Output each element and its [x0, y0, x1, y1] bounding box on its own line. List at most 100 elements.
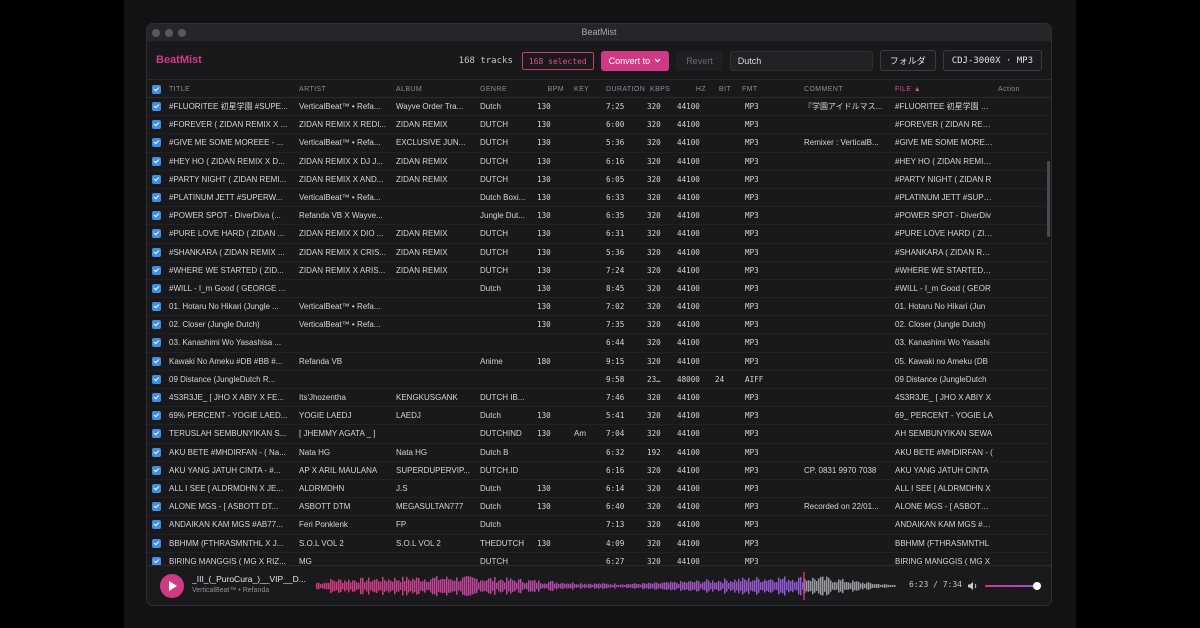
row-checkbox[interactable] — [152, 393, 161, 402]
row-checkbox[interactable] — [152, 502, 161, 512]
row-checkbox[interactable] — [152, 538, 161, 548]
cell-kbps: 320 — [647, 393, 661, 402]
cell-hz: 44100 — [677, 283, 700, 293]
header-album[interactable]: ALBUM — [396, 81, 472, 97]
header-bpm[interactable]: BPM — [537, 81, 564, 97]
table-scrollbar[interactable] — [1047, 161, 1050, 237]
row-checkbox[interactable] — [152, 211, 161, 221]
row-checkbox[interactable] — [152, 283, 161, 293]
table-row[interactable]: BIRING MANGGIS ( MG X RIZ... MG DUTCH 6:27 3… — [147, 553, 1051, 565]
row-checkbox[interactable] — [152, 102, 161, 111]
selected-badge[interactable]: 168 selected — [521, 51, 594, 70]
table-row[interactable]: 03. Kanashimi Wo Yasashisa ... 6:44 320 441… — [147, 334, 1051, 353]
table-row[interactable]: AKU YANG JATUH CINTA - #... AP X ARIL MAU… — [147, 462, 1051, 480]
table-row[interactable]: #WILL - I_m Good ( GEORGE ... Dutch 130 8:4… — [147, 280, 1051, 299]
table-row[interactable]: Kawaki No Ameku #DB #BB #... Refanda VB An… — [147, 353, 1051, 371]
row-checkbox[interactable] — [152, 374, 161, 384]
row-checkbox[interactable] — [152, 447, 161, 457]
row-checkbox[interactable] — [152, 174, 161, 184]
cell-duration: 6:40 — [606, 502, 625, 512]
row-checkbox[interactable] — [152, 302, 161, 312]
row-checkbox[interactable] — [152, 265, 161, 275]
waveform-bar — [610, 584, 612, 588]
waveform-bar — [646, 583, 648, 589]
device-format-button[interactable]: CDJ-3000X · MP3 — [942, 50, 1042, 71]
row-checkbox[interactable] — [152, 356, 161, 366]
table-row[interactable]: #FLUORITEE 初星学園 #SUPE... VerticalBeat™ • … — [147, 98, 1051, 117]
volume-icon[interactable] — [967, 580, 979, 592]
header-comment[interactable]: COMMENT — [804, 81, 884, 97]
header-kbps[interactable]: KBPS — [650, 81, 674, 97]
select-all-checkbox[interactable] — [152, 85, 161, 94]
row-checkbox[interactable] — [152, 338, 161, 348]
row-checkbox[interactable] — [152, 247, 161, 257]
header-artist[interactable]: ARTIST — [299, 81, 387, 97]
table-row[interactable]: 09 Distance (JungleDutch R... 9:58 2304 480… — [147, 371, 1051, 389]
table-row[interactable]: ALONE MGS - [ ASBOTT DT... ASBOTT DTM MEGA… — [147, 498, 1051, 517]
header-key[interactable]: KEY — [574, 81, 596, 97]
waveform-bar — [784, 576, 786, 596]
waveform-bar — [388, 579, 390, 593]
cell-duration: 6:31 — [606, 229, 625, 239]
waveform-bar — [510, 578, 512, 594]
row-checkbox[interactable] — [152, 320, 161, 330]
folder-button[interactable]: フォルダ — [879, 50, 936, 71]
header-duration[interactable]: DURATION — [606, 81, 650, 97]
row-checkbox[interactable] — [152, 156, 161, 166]
table-row[interactable]: #PURE LOVE HARD ( ZIDAN ... ZIDAN REMIX X… — [147, 225, 1051, 244]
header-genre[interactable]: GENRE — [480, 81, 532, 97]
table-row[interactable]: #POWER SPOT - DiverDiva (... Refanda VB X… — [147, 207, 1051, 226]
volume-slider[interactable] — [985, 582, 1041, 590]
row-checkbox[interactable] — [152, 229, 161, 239]
table-row[interactable]: 4S3R3JE_ [ JHO X ABIY X FE... Its'Jhozent… — [147, 389, 1051, 408]
waveform-bar — [780, 579, 782, 593]
table-row[interactable]: 01. Hotaru No Hikari (Jungle ... Vertical… — [147, 298, 1051, 317]
table-row[interactable]: 02. Closer (Jungle Dutch) VerticalBeat™ •… — [147, 316, 1051, 335]
table-row[interactable]: #HEY HO ( ZIDAN REMIX X D... ZIDAN REMIX … — [147, 153, 1051, 171]
play-button[interactable] — [160, 574, 184, 598]
row-checkbox[interactable] — [152, 429, 161, 439]
row-checkbox[interactable] — [152, 192, 161, 202]
table-row[interactable]: #GIVE ME SOME MOREEE - ... VerticalBeat™ … — [147, 134, 1051, 153]
row-checkbox[interactable] — [152, 465, 161, 475]
waveform-bar — [632, 583, 634, 589]
row-checkbox[interactable] — [152, 556, 161, 565]
volume-knob[interactable] — [1033, 582, 1041, 590]
table-row[interactable]: AKU BETE #MHDIRFAN - ( Na... Nata HG Nata … — [147, 444, 1051, 462]
table-row[interactable]: #PARTY NIGHT ( ZIDAN REMI... ZIDAN REMIX … — [147, 171, 1051, 189]
waveform-seekbar[interactable] — [316, 572, 896, 600]
waveform-bar — [394, 577, 396, 595]
row-checkbox[interactable] — [152, 120, 161, 130]
cell-fmt: MP3 — [745, 338, 759, 348]
header-hz[interactable]: HZ — [677, 81, 706, 97]
revert-button[interactable]: Revert — [676, 50, 723, 71]
table-row[interactable]: BBHMM (FTHRASMNTHL X J... S.O.L VOL 2 S.O.… — [147, 535, 1051, 553]
cell-bpm: 130 — [537, 102, 551, 111]
cell-file: ANDAIKAN KAM MGS #AE — [895, 520, 993, 530]
row-checkbox[interactable] — [152, 520, 161, 530]
waveform-bar — [578, 584, 580, 588]
table-row[interactable]: #FOREVER ( ZIDAN REMIX X ... ZIDAN REMIX … — [147, 116, 1051, 135]
table-row[interactable]: #PLATINUM JETT #SUPERW... VerticalBeat™ •… — [147, 189, 1051, 208]
table-row[interactable]: ALL I SEE [ ALDRMDHN X JE... ALDRMDHN J.S D… — [147, 480, 1051, 499]
table-row[interactable]: #SHANKARA ( ZIDAN REMIX ... ZIDAN REMIX X… — [147, 244, 1051, 262]
header-bit[interactable]: BIT — [713, 81, 731, 97]
waveform-bar — [450, 579, 452, 593]
row-checkbox[interactable] — [152, 138, 161, 148]
header-file[interactable]: FILE ▲ — [895, 81, 993, 97]
header-fmt[interactable]: FMT — [742, 81, 772, 97]
row-checkbox[interactable] — [152, 411, 161, 421]
row-checkbox[interactable] — [152, 483, 161, 493]
table-row[interactable]: TERUSLAH SEMBUNYIKAN S... [ JHEMMY AGATA … — [147, 425, 1051, 444]
convert-to-button[interactable]: Convert to — [600, 50, 670, 71]
genre-filter-input[interactable]: Dutch — [729, 50, 873, 71]
waveform-bar — [844, 582, 846, 590]
waveform-bar — [738, 578, 740, 594]
table-row[interactable]: ANDAIKAN KAM MGS #AB77... Feri Ponklenk FP… — [147, 516, 1051, 535]
waveform-bar — [754, 580, 756, 592]
cell-hz: 44100 — [677, 320, 700, 330]
table-row[interactable]: 69% PERCENT - YOGIE LAED... YOGIE LAEDJ LA… — [147, 407, 1051, 426]
table-row[interactable]: #WHERE WE STARTED ( ZID... ZIDAN REMIX X … — [147, 262, 1051, 280]
header-title[interactable]: TITLE — [169, 81, 289, 97]
cell-bpm: 130 — [537, 211, 551, 221]
